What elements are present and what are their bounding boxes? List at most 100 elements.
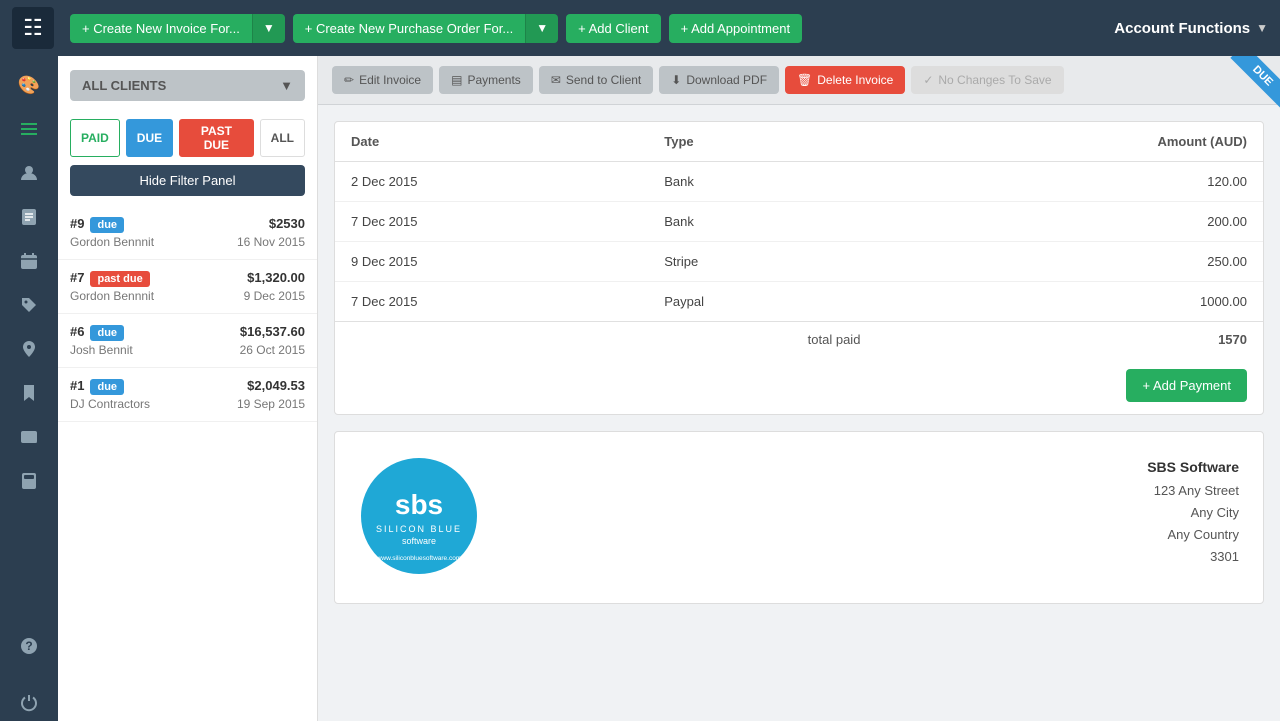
due-ribbon: DUE bbox=[1220, 56, 1280, 116]
invoice-badge: past due bbox=[90, 271, 149, 287]
invoice-date: 9 Dec 2015 bbox=[244, 289, 305, 303]
payments-icon: ▤ bbox=[451, 73, 462, 87]
content-area: ✏ Edit Invoice ▤ Payments ✉ Send to Clie… bbox=[318, 56, 1280, 721]
create-invoice-btn[interactable]: + Create New Invoice For... bbox=[70, 14, 252, 43]
download-icon: ⬇ bbox=[671, 73, 681, 87]
list-item[interactable]: #9due $2530 Gordon Bennnit 16 Nov 2015 bbox=[58, 206, 317, 260]
left-panel: ALL CLIENTS ▼ PAID DUE PAST DUE ALL Hide… bbox=[58, 56, 318, 721]
payment-type: Bank bbox=[648, 162, 876, 202]
hide-filter-btn[interactable]: Hide Filter Panel bbox=[70, 165, 305, 196]
table-row: 7 Dec 2015 Bank 200.00 bbox=[335, 202, 1263, 242]
payment-type: Bank bbox=[648, 202, 876, 242]
invoice-number: #6 bbox=[70, 324, 84, 339]
payment-date: 7 Dec 2015 bbox=[335, 282, 648, 322]
list-item[interactable]: #6due $16,537.60 Josh Bennit 26 Oct 2015 bbox=[58, 314, 317, 368]
footer-box: sbs SILICON BLUE software www.siliconblu… bbox=[334, 431, 1264, 604]
delete-icon: 🗑 bbox=[797, 73, 812, 87]
company-address2: Any City bbox=[1147, 502, 1239, 524]
sidebar-icons: 🎨 ? bbox=[0, 56, 58, 721]
total-paid-value: 1570 bbox=[876, 322, 1263, 358]
payment-date: 7 Dec 2015 bbox=[335, 202, 648, 242]
payment-amount: 120.00 bbox=[876, 162, 1263, 202]
all-clients-btn[interactable]: ALL CLIENTS ▼ bbox=[70, 70, 305, 101]
sidebar-item-list[interactable] bbox=[10, 110, 48, 148]
payments-table-box: Date Type Amount (AUD) 2 Dec 2015 Bank 1… bbox=[334, 121, 1264, 415]
invoice-client: Josh Bennit bbox=[70, 343, 133, 357]
list-item[interactable]: #7past due $1,320.00 Gordon Bennnit 9 De… bbox=[58, 260, 317, 314]
company-logo: sbs SILICON BLUE software www.siliconblu… bbox=[359, 456, 479, 576]
invoice-amount: $2530 bbox=[269, 216, 305, 231]
table-row: 7 Dec 2015 Paypal 1000.00 bbox=[335, 282, 1263, 322]
sidebar-item-bookmark[interactable] bbox=[10, 374, 48, 412]
sidebar-item-power[interactable] bbox=[10, 683, 48, 721]
invoice-client: Gordon Bennnit bbox=[70, 289, 154, 303]
top-nav: ☷ + Create New Invoice For... ▼ + Create… bbox=[0, 0, 1280, 56]
left-panel-header: ALL CLIENTS ▼ bbox=[58, 56, 317, 111]
download-pdf-btn[interactable]: ⬇ Download PDF bbox=[659, 66, 779, 94]
col-date: Date bbox=[335, 122, 648, 162]
col-amount: Amount (AUD) bbox=[876, 122, 1263, 162]
invoice-badge: due bbox=[90, 379, 124, 395]
sidebar-item-help[interactable]: ? bbox=[10, 627, 48, 665]
filter-tab-due[interactable]: DUE bbox=[126, 119, 173, 157]
invoice-date: 26 Oct 2015 bbox=[240, 343, 305, 357]
create-invoice-split-btn: + Create New Invoice For... ▼ bbox=[70, 14, 285, 43]
invoice-amount: $1,320.00 bbox=[247, 270, 305, 285]
payment-type: Stripe bbox=[648, 242, 876, 282]
check-icon: ✓ bbox=[923, 73, 933, 87]
delete-invoice-btn[interactable]: 🗑 Delete Invoice bbox=[785, 66, 905, 94]
invoice-number: #9 bbox=[70, 216, 84, 231]
content-toolbar: ✏ Edit Invoice ▤ Payments ✉ Send to Clie… bbox=[318, 56, 1280, 105]
svg-text:www.siliconbluesoftware.com: www.siliconbluesoftware.com bbox=[376, 555, 462, 562]
create-po-btn[interactable]: + Create New Purchase Order For... bbox=[293, 14, 525, 43]
filter-tab-paid[interactable]: PAID bbox=[70, 119, 120, 157]
payment-amount: 250.00 bbox=[876, 242, 1263, 282]
payment-date: 2 Dec 2015 bbox=[335, 162, 648, 202]
svg-text:SILICON BLUE: SILICON BLUE bbox=[376, 524, 462, 534]
company-postcode: 3301 bbox=[1147, 546, 1239, 568]
create-po-split-btn: + Create New Purchase Order For... ▼ bbox=[293, 14, 558, 43]
sidebar-item-calculator[interactable] bbox=[10, 462, 48, 500]
filter-tabs: PAID DUE PAST DUE ALL bbox=[58, 111, 317, 165]
account-functions-arrow-icon: ▼ bbox=[1256, 21, 1268, 35]
no-changes-btn: ✓ No Changes To Save bbox=[911, 66, 1063, 94]
add-appointment-btn[interactable]: + Add Appointment bbox=[669, 14, 803, 43]
sidebar-item-tag[interactable] bbox=[10, 286, 48, 324]
sidebar-item-notes[interactable] bbox=[10, 198, 48, 236]
sidebar-item-image[interactable] bbox=[10, 418, 48, 456]
company-logo-container: sbs SILICON BLUE software www.siliconblu… bbox=[359, 456, 479, 579]
svg-text:?: ? bbox=[25, 639, 32, 653]
invoice-badge: due bbox=[90, 325, 124, 341]
filter-tab-past-due[interactable]: PAST DUE bbox=[179, 119, 254, 157]
payment-date: 9 Dec 2015 bbox=[335, 242, 648, 282]
add-payment-row: + Add Payment bbox=[335, 357, 1263, 414]
account-functions-label: Account Functions bbox=[1114, 20, 1250, 37]
filter-tab-all[interactable]: ALL bbox=[260, 119, 305, 157]
account-functions-menu[interactable]: Account Functions ▼ bbox=[1114, 20, 1268, 37]
due-ribbon-label: DUE bbox=[1230, 56, 1280, 108]
invoice-number: #1 bbox=[70, 378, 84, 393]
add-client-btn[interactable]: + Add Client bbox=[566, 14, 660, 43]
main-layout: 🎨 ? bbox=[0, 56, 1280, 721]
col-type: Type bbox=[648, 122, 876, 162]
invoice-list: #9due $2530 Gordon Bennnit 16 Nov 2015 #… bbox=[58, 206, 317, 721]
create-invoice-dropdown[interactable]: ▼ bbox=[252, 14, 285, 43]
payments-btn[interactable]: ▤ Payments bbox=[439, 66, 533, 94]
payment-amount: 1000.00 bbox=[876, 282, 1263, 322]
table-row: 9 Dec 2015 Stripe 250.00 bbox=[335, 242, 1263, 282]
payments-table: Date Type Amount (AUD) 2 Dec 2015 Bank 1… bbox=[335, 122, 1263, 357]
sidebar-item-calendar[interactable] bbox=[10, 242, 48, 280]
company-address3: Any Country bbox=[1147, 524, 1239, 546]
create-po-dropdown[interactable]: ▼ bbox=[525, 14, 558, 43]
add-payment-btn[interactable]: + Add Payment bbox=[1126, 369, 1247, 402]
svg-text:software: software bbox=[402, 536, 436, 546]
sidebar-item-palette[interactable]: 🎨 bbox=[10, 66, 48, 104]
table-row: 2 Dec 2015 Bank 120.00 bbox=[335, 162, 1263, 202]
sidebar-item-location[interactable] bbox=[10, 330, 48, 368]
sidebar-item-user[interactable] bbox=[10, 154, 48, 192]
list-item[interactable]: #1due $2,049.53 DJ Contractors 19 Sep 20… bbox=[58, 368, 317, 422]
svg-text:sbs: sbs bbox=[395, 489, 443, 520]
edit-invoice-btn[interactable]: ✏ Edit Invoice bbox=[332, 66, 433, 94]
send-to-client-btn[interactable]: ✉ Send to Client bbox=[539, 66, 653, 94]
invoice-date: 16 Nov 2015 bbox=[237, 235, 305, 249]
